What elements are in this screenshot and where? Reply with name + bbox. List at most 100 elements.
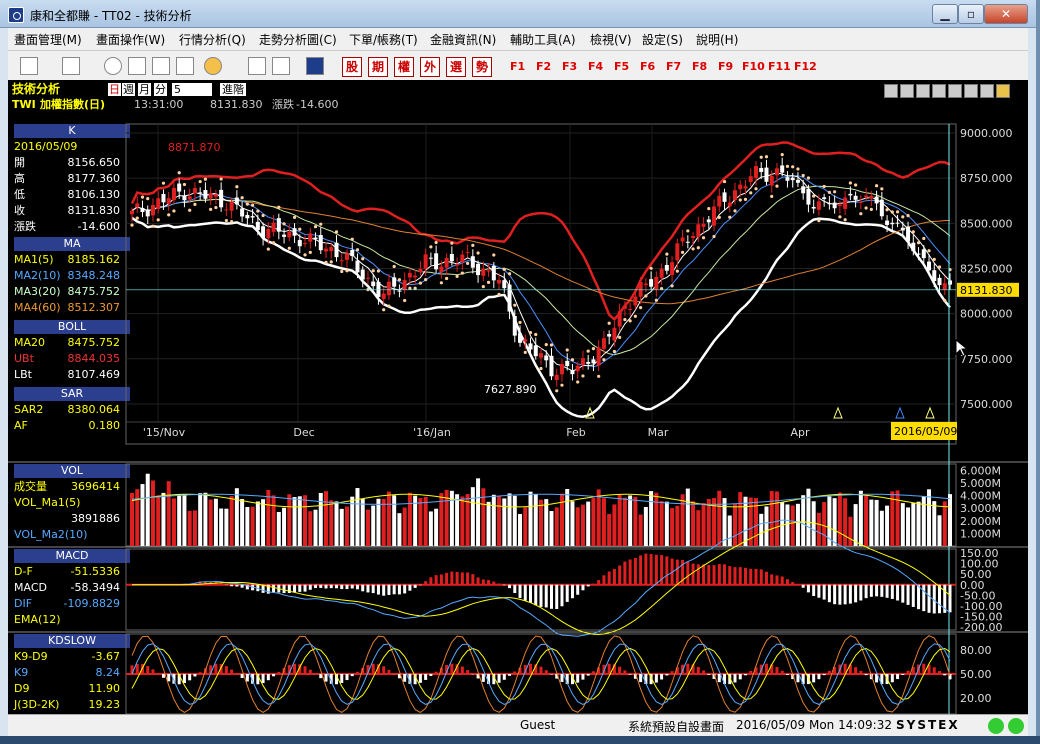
fkey-f3[interactable]: F3 xyxy=(562,60,577,73)
volume-bar xyxy=(318,492,323,546)
brand-icon[interactable] xyxy=(306,57,324,75)
minimize-button[interactable]: ▁ xyxy=(932,4,958,24)
menu-screen-operate[interactable]: 畫面操作(W) xyxy=(96,31,165,48)
sar-dot xyxy=(418,281,422,285)
table-icon[interactable] xyxy=(176,57,194,75)
volume-bar xyxy=(864,495,869,546)
sar-dot xyxy=(224,218,228,223)
candle-body xyxy=(806,188,811,205)
layout-icon[interactable] xyxy=(20,57,38,75)
trend-button[interactable]: 勢 xyxy=(472,57,492,77)
menu-market-analysis[interactable]: 行情分析(Q) xyxy=(179,31,246,48)
candle-body xyxy=(622,305,627,309)
volume-bar xyxy=(397,513,402,546)
fkey-f12[interactable]: F12 xyxy=(794,60,817,73)
fkey-f5[interactable]: F5 xyxy=(614,60,629,73)
volume-bar xyxy=(927,489,932,546)
options-button[interactable]: 權 xyxy=(394,57,414,77)
fkey-f8[interactable]: F8 xyxy=(692,60,707,73)
menu-order-account[interactable]: 下單/帳務(T) xyxy=(349,31,418,48)
sar-dot xyxy=(570,358,575,362)
title-bar[interactable]: 康和全都賺 - TT02 - 技術分析 ▁ ▫ ✕ xyxy=(0,0,1036,28)
fkey-f7[interactable]: F7 xyxy=(666,60,681,73)
vol-tick-label: 5.000M xyxy=(960,477,1001,490)
volume-bar xyxy=(497,496,502,546)
sar-dot xyxy=(287,246,291,250)
search-icon[interactable] xyxy=(104,57,122,75)
candle-body xyxy=(712,206,717,226)
sar-dot xyxy=(518,320,522,325)
candle-body xyxy=(848,193,853,196)
fkey-f4[interactable]: F4 xyxy=(588,60,603,73)
fkey-f11[interactable]: F11 xyxy=(768,60,791,73)
chart-icon[interactable] xyxy=(272,57,290,75)
fkey-f1[interactable]: F1 xyxy=(510,60,525,73)
volume-bar xyxy=(261,499,266,546)
candle-body xyxy=(271,222,276,232)
chart-canvas[interactable]: 9000.000 8750.000 8500.000 8250.000 8000.000… xyxy=(8,80,1028,714)
sar-dot xyxy=(791,165,795,169)
sar-dot xyxy=(864,206,868,210)
link-icon[interactable] xyxy=(248,57,266,75)
sar-dot xyxy=(528,330,533,335)
candle-body xyxy=(245,214,250,219)
technical-analysis-area: 技術分析 日 週 月 分 5 進階 TWI 加權指數(日) 13:31:00 8… xyxy=(8,80,1028,714)
menu-tools[interactable]: 輔助工具(A) xyxy=(510,31,576,48)
candle-body xyxy=(738,184,743,190)
sar-dot xyxy=(465,261,470,266)
volume-bar xyxy=(916,501,921,546)
sar-dot xyxy=(796,167,800,171)
volume-bar xyxy=(911,503,916,546)
volume-bar xyxy=(601,498,606,546)
sar-dot xyxy=(916,241,921,245)
candle-body xyxy=(649,279,654,287)
candle-body xyxy=(544,355,549,361)
futures-button[interactable]: 期 xyxy=(368,57,388,77)
os-taskbar xyxy=(0,736,1040,744)
fkey-f6[interactable]: F6 xyxy=(640,60,655,73)
menu-settings[interactable]: 設定(S) xyxy=(642,31,683,48)
sar-dot xyxy=(785,164,790,168)
print-icon[interactable] xyxy=(62,57,80,75)
fkey-f2[interactable]: F2 xyxy=(536,60,551,73)
foreign-button[interactable]: 外 xyxy=(420,57,440,77)
menu-view[interactable]: 檢視(V) xyxy=(590,31,632,48)
fkey-f9[interactable]: F9 xyxy=(718,60,733,73)
menu-finance-info[interactable]: 金融資訊(N) xyxy=(430,31,496,48)
candle-body xyxy=(696,224,701,237)
close-window-icon[interactable] xyxy=(128,57,146,75)
candle-body xyxy=(570,370,575,375)
stock-button[interactable]: 股 xyxy=(342,57,362,77)
fkey-f10[interactable]: F10 xyxy=(742,60,765,73)
select-button[interactable]: 選 xyxy=(446,57,466,77)
volume-bar xyxy=(392,495,397,546)
candle-body xyxy=(261,226,266,238)
candle-body xyxy=(822,197,827,200)
volume-bar xyxy=(150,480,155,546)
candle-body xyxy=(208,193,213,199)
volume-bar xyxy=(832,498,837,546)
sar-dot xyxy=(177,171,181,175)
quote-icon[interactable] xyxy=(152,57,170,75)
sar-dot xyxy=(324,260,328,264)
volume-bar xyxy=(885,505,890,546)
menu-screen-manage[interactable]: 畫面管理(M) xyxy=(14,31,82,48)
sar-dot xyxy=(361,257,365,261)
volume-bar xyxy=(502,498,507,546)
menu-trend-chart[interactable]: 走勢分析圖(C) xyxy=(259,31,337,48)
candle-body xyxy=(344,253,349,260)
candle-body xyxy=(402,280,407,290)
candle-body xyxy=(722,192,727,202)
ma5-line xyxy=(131,172,951,372)
sar-dot xyxy=(544,343,548,347)
candle-body xyxy=(439,266,444,272)
coin-icon[interactable] xyxy=(204,57,222,75)
maximize-button[interactable]: ▫ xyxy=(958,4,984,24)
volume-bar xyxy=(932,501,937,546)
volume-bar xyxy=(539,499,543,546)
close-button[interactable]: ✕ xyxy=(984,4,1028,24)
candle-body xyxy=(785,177,790,181)
sar-dot xyxy=(429,245,433,249)
menu-help[interactable]: 說明(H) xyxy=(696,31,738,48)
sar-dot xyxy=(539,366,543,371)
